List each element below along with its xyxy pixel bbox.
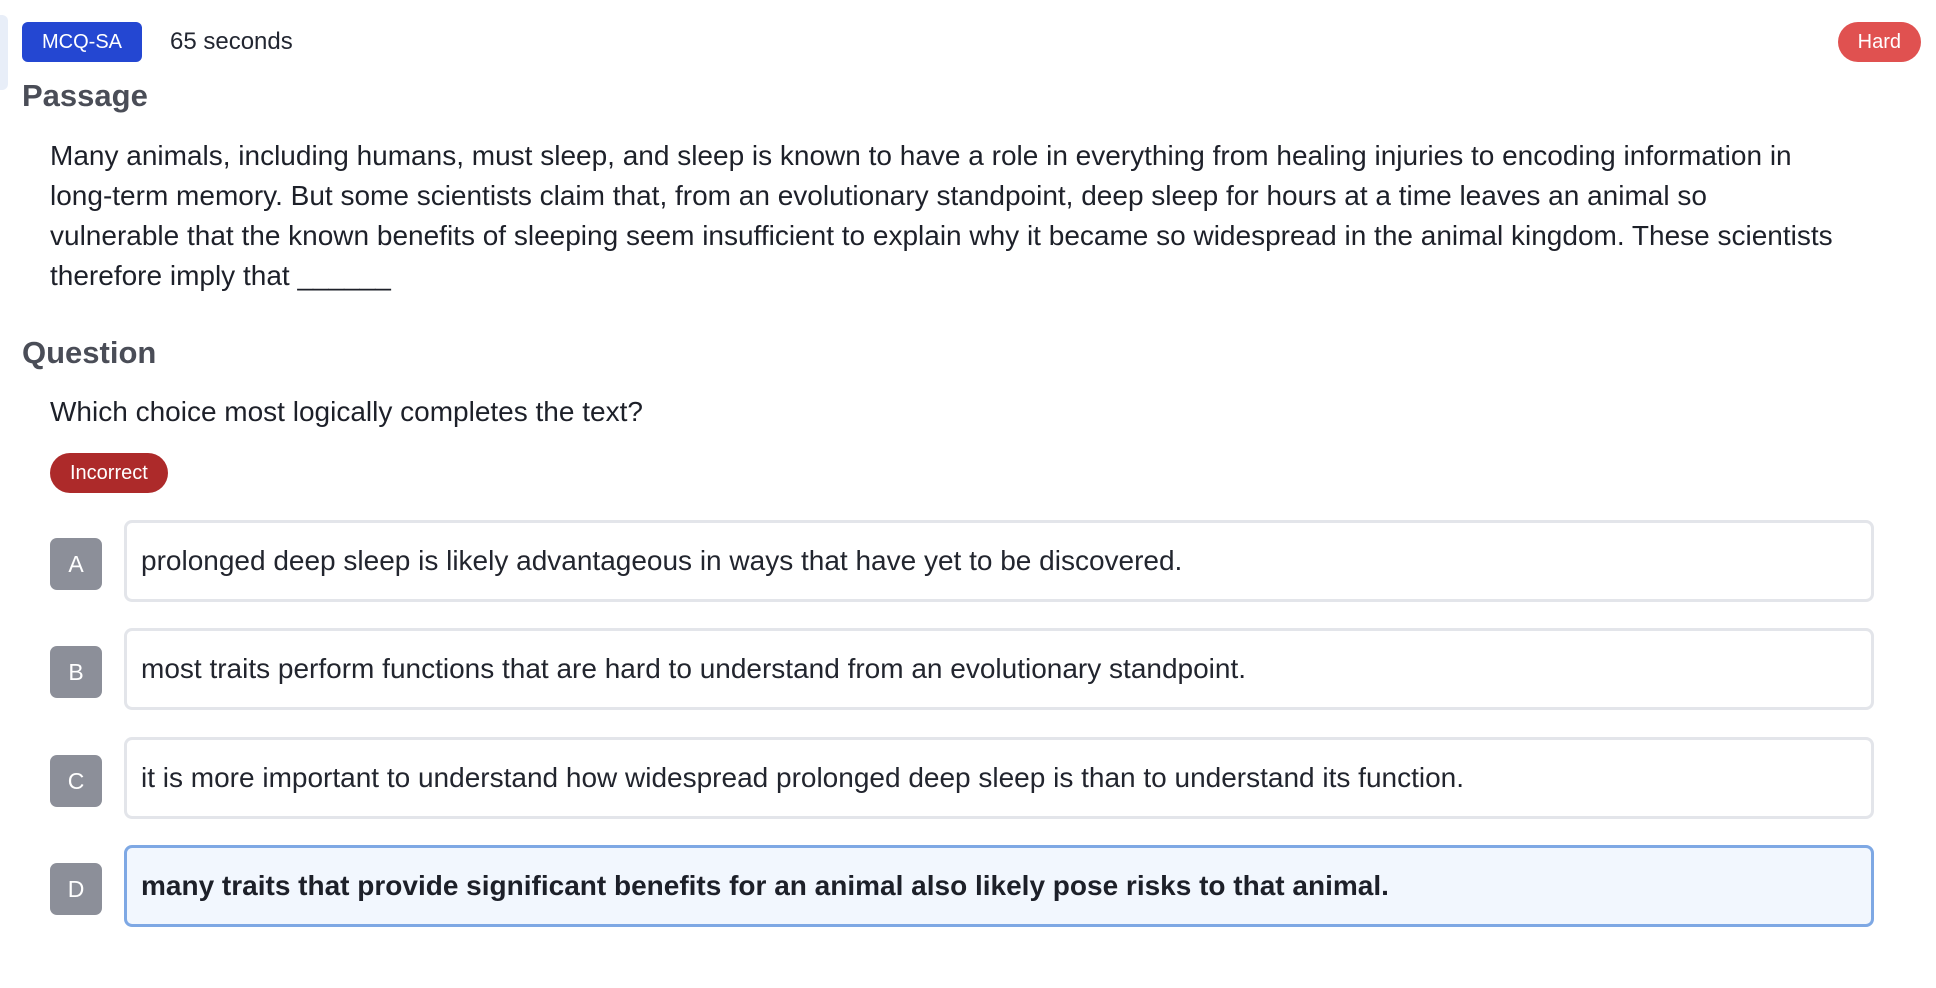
passage-heading: Passage — [22, 78, 148, 113]
answer-choice-a[interactable]: A prolonged deep sleep is likely advanta… — [50, 520, 1874, 606]
question-text: Which choice most logically completes th… — [50, 396, 643, 427]
choice-text[interactable]: prolonged deep sleep is likely advantage… — [124, 520, 1874, 602]
answer-choice-c[interactable]: C it is more important to understand how… — [50, 737, 1874, 823]
question-review-page: MCQ-SA 65 seconds Hard Passage Many anim… — [0, 0, 1936, 988]
answer-choice-d[interactable]: D many traits that provide significant b… — [50, 845, 1874, 931]
result-badge: Incorrect — [50, 453, 168, 493]
side-panel-edge — [0, 15, 8, 90]
passage-text: Many animals, including humans, must sle… — [50, 140, 1833, 291]
answer-choice-b[interactable]: B most traits perform functions that are… — [50, 628, 1874, 714]
difficulty-badge: Hard — [1837, 22, 1921, 62]
choice-letter-badge: B — [50, 646, 102, 698]
choice-letter-badge: C — [50, 755, 102, 807]
question-header: MCQ-SA 65 seconds Hard — [22, 22, 1921, 62]
time-spent: 65 seconds — [170, 28, 293, 55]
choice-text[interactable]: most traits perform functions that are h… — [124, 628, 1874, 710]
question-type-badge: MCQ-SA — [22, 22, 142, 62]
choice-text-selected[interactable]: many traits that provide significant ben… — [124, 845, 1874, 927]
question-heading: Question — [22, 335, 157, 370]
choice-letter-badge: D — [50, 863, 102, 915]
choice-text[interactable]: it is more important to understand how w… — [124, 737, 1874, 819]
choice-letter-badge: A — [50, 538, 102, 590]
